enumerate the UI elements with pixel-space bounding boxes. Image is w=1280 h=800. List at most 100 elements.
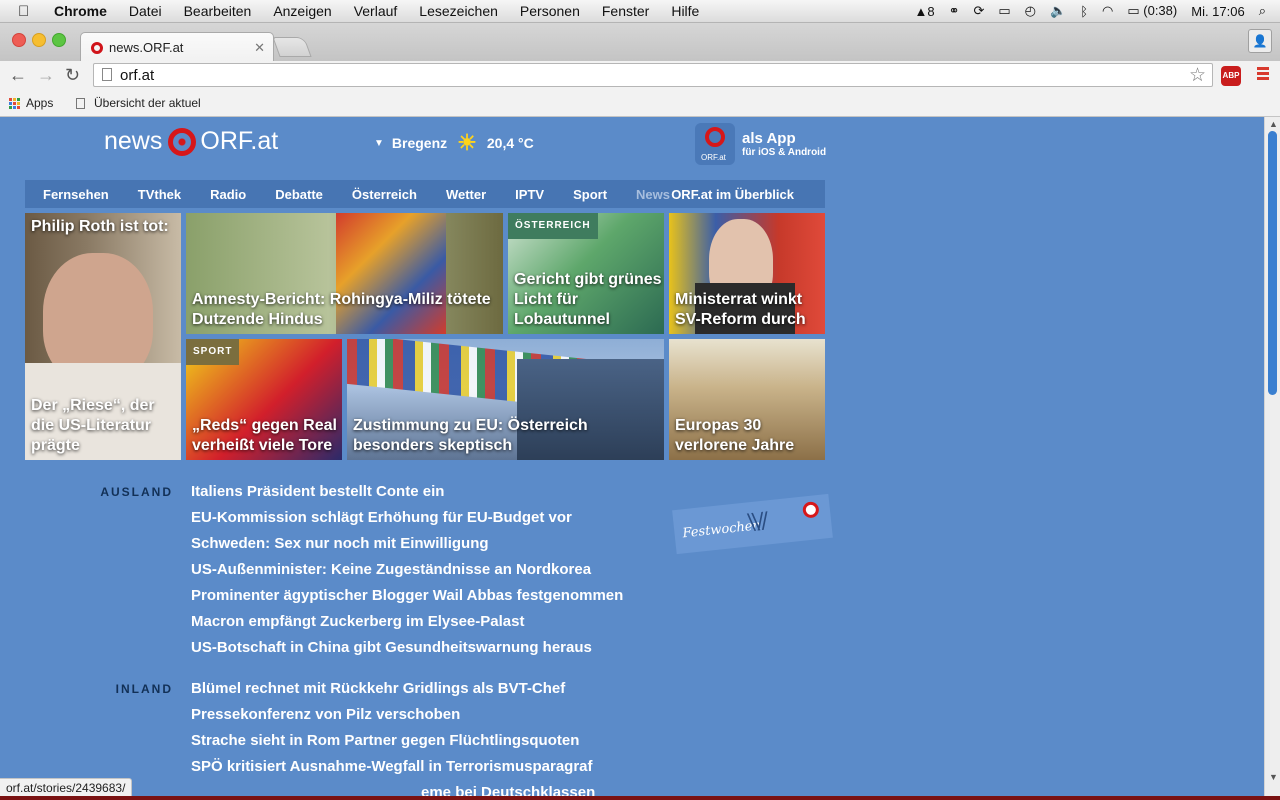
teaser-europa-caption: Europas 30 verlorene Jahre <box>675 417 795 454</box>
inland-item[interactable]: Strache sieht in Rom Partner gegen Flüch… <box>191 728 595 754</box>
tab-title: news.ORF.at <box>109 40 184 55</box>
weather-temp: 20,4 °C <box>486 135 534 151</box>
teaser-lobautunnel[interactable]: ÖSTERREICH Gericht gibt grünes Licht für… <box>508 213 664 334</box>
forward-arrow-icon[interactable]: → <box>37 65 55 86</box>
inland-item[interactable]: Pressekonferenz von Pilz verschoben <box>191 702 595 728</box>
orf-app-icon: ORF.at <box>695 123 735 165</box>
bookmark-uebersicht[interactable]: Übersicht der aktuel <box>76 96 201 110</box>
app-subtitle: für iOS & Android <box>742 147 827 158</box>
minimize-window-button[interactable] <box>32 33 46 47</box>
ausland-item[interactable]: Italiens Präsident bestellt Conte ein <box>191 479 623 505</box>
scrollbar-thumb[interactable] <box>1268 131 1277 395</box>
menu-fenster[interactable]: Fenster <box>602 3 649 19</box>
app-promo[interactable]: ORF.at als App für iOS & Android <box>695 123 826 165</box>
festwochen-banner[interactable]: Festwochen \\// <box>672 493 833 555</box>
ausland-item[interactable]: Prominenter ägyptischer Blogger Wail Abb… <box>191 583 623 609</box>
scroll-up-arrow-icon[interactable]: ▲ <box>1269 119 1278 129</box>
ausland-item[interactable]: US-Außenminister: Keine Zugeständnisse a… <box>191 557 623 583</box>
ausland-item[interactable]: US-Botschaft in China gibt Gesundheitswa… <box>191 635 623 661</box>
menubar-tray: ▲8 ⚭ ⟳ ▭ ◴ 🔈 ᛒ ◠ ▭ (0:38) Mi. 17:06 ⌕ <box>914 0 1280 22</box>
back-arrow-icon[interactable]: ← <box>9 65 27 86</box>
address-url: orf.at <box>120 67 155 84</box>
page-icon <box>102 68 112 81</box>
section-inland-label: INLAND <box>115 682 173 696</box>
teaser-eu[interactable]: Zustimmung zu EU: Österreich besonders s… <box>347 339 664 460</box>
teaser-amnesty[interactable]: Amnesty-Bericht: Rohingya-Miliz tötete D… <box>186 213 503 334</box>
menu-personen[interactable]: Personen <box>520 3 580 19</box>
ausland-item[interactable]: Macron empfängt Zuckerberg im Elysee-Pal… <box>191 609 623 635</box>
teaser-reds-caption: „Reds“ gegen Real verheißt viele Tore <box>192 417 337 454</box>
nav-oesterreich[interactable]: Österreich <box>352 187 417 202</box>
section-ausland-label: AUSLAND <box>100 485 173 499</box>
weather-widget[interactable]: ▼ Bregenz ☀ 20,4 °C <box>374 130 534 155</box>
clock[interactable]: Mi. 17:06 <box>1191 4 1244 19</box>
bookmarks-bar: Apps Übersicht der aktuel <box>0 90 1280 117</box>
battery-time: (0:38) <box>1143 3 1178 18</box>
bluetooth-icon[interactable]: ᛒ <box>1080 4 1088 19</box>
inland-item[interactable]: Blümel rechnet mit Rückkehr Gridlings al… <box>191 676 595 702</box>
address-bar[interactable]: orf.at ☆ <box>93 63 1213 87</box>
wifi-icon[interactable]: ◠ <box>1102 3 1113 19</box>
logo-orf: ORF.at <box>200 127 279 155</box>
teaser-eu-caption: Zustimmung zu EU: Österreich besonders s… <box>353 417 588 454</box>
teaser-europa[interactable]: Europas 30 verlorene Jahre <box>669 339 825 460</box>
new-tab-button[interactable] <box>272 37 312 57</box>
sync-icon[interactable]: ⟳ <box>973 3 984 19</box>
nav-iptv[interactable]: IPTV <box>515 187 544 202</box>
menu-app-name[interactable]: Chrome <box>54 3 107 19</box>
teaser-roth-top: Philip Roth ist tot: <box>31 218 169 235</box>
display-icon[interactable]: ▭ <box>998 3 1010 19</box>
timemachine-icon[interactable]: ◴ <box>1025 3 1036 19</box>
teaser-philip-roth[interactable]: Philip Roth ist tot: Der „Riese“, der di… <box>25 213 181 460</box>
link-icon[interactable]: ⚭ <box>949 3 960 19</box>
ausland-item[interactable]: Schweden: Sex nur noch mit Einwilligung <box>191 531 623 557</box>
menu-datei[interactable]: Datei <box>129 3 162 19</box>
bookmark-star-icon[interactable]: ☆ <box>1189 64 1206 87</box>
nav-wetter[interactable]: Wetter <box>446 187 486 202</box>
tray-count: 8 <box>927 3 935 19</box>
spotlight-icon[interactable]: ⌕ <box>1259 3 1266 19</box>
reload-icon[interactable]: ↻ <box>65 65 80 86</box>
chrome-menu-icon[interactable] <box>1257 67 1269 83</box>
teaser-reds-kicker: SPORT <box>186 339 240 365</box>
menu-lesezeichen[interactable]: Lesezeichen <box>419 3 498 19</box>
nav-tvthek[interactable]: TVthek <box>138 187 181 202</box>
menu-verlauf[interactable]: Verlauf <box>354 3 398 19</box>
teaser-ministerrat[interactable]: Ministerrat winkt SV-Reform durch <box>669 213 825 334</box>
nav-sport[interactable]: Sport <box>573 187 607 202</box>
close-window-button[interactable] <box>12 33 26 47</box>
menu-bearbeiten[interactable]: Bearbeiten <box>184 3 252 19</box>
tab-close-icon[interactable]: ✕ <box>254 40 265 56</box>
tab-orf[interactable]: news.ORF.at ✕ <box>80 32 274 62</box>
nav-debatte[interactable]: Debatte <box>275 187 323 202</box>
app-title: als App <box>742 130 796 147</box>
zoom-window-button[interactable] <box>52 33 66 47</box>
bottom-border <box>0 796 1280 800</box>
apps-grid-icon <box>9 97 20 109</box>
adobe-icon[interactable]: ▲8 <box>914 4 934 19</box>
menu-anzeigen[interactable]: Anzeigen <box>273 3 331 19</box>
weather-city: Bregenz <box>391 135 448 151</box>
apple-icon[interactable]:  <box>18 3 40 20</box>
profile-icon[interactable]: 👤 <box>1248 29 1272 53</box>
battery-icon[interactable]: ▭ (0:38) <box>1127 3 1177 19</box>
adblock-icon[interactable]: ABP <box>1221 66 1241 86</box>
menu-hilfe[interactable]: Hilfe <box>671 3 699 19</box>
nav-overview[interactable]: ORF.at im Überblick <box>671 187 794 202</box>
volume-icon[interactable]: 🔈 <box>1050 3 1066 19</box>
bookmark-apps[interactable]: Apps <box>9 96 53 110</box>
teaser-reds[interactable]: SPORT „Reds“ gegen Real verheißt viele T… <box>186 339 342 460</box>
dropdown-triangle-icon[interactable]: ▼ <box>374 138 384 149</box>
bookmark-apps-label: Apps <box>26 96 54 110</box>
nav-radio[interactable]: Radio <box>210 187 246 202</box>
bookmark-uebersicht-label: Übersicht der aktuel <box>94 96 201 110</box>
sun-icon: ☀ <box>457 130 477 155</box>
nav-news[interactable]: News <box>636 187 670 202</box>
news-orf-logo[interactable]: news ORF.at <box>104 127 278 156</box>
nav-fernsehen[interactable]: Fernsehen <box>43 187 109 202</box>
page-scrollbar[interactable]: ▲ ▼ <box>1264 117 1280 800</box>
ausland-item[interactable]: EU-Kommission schlägt Erhöhung für EU-Bu… <box>191 505 623 531</box>
os-menubar:  Chrome Datei Bearbeiten Anzeigen Verla… <box>0 0 1280 23</box>
inland-item[interactable]: SPÖ kritisiert Ausnahme-Wegfall in Terro… <box>191 754 595 780</box>
scroll-down-arrow-icon[interactable]: ▼ <box>1269 772 1278 782</box>
